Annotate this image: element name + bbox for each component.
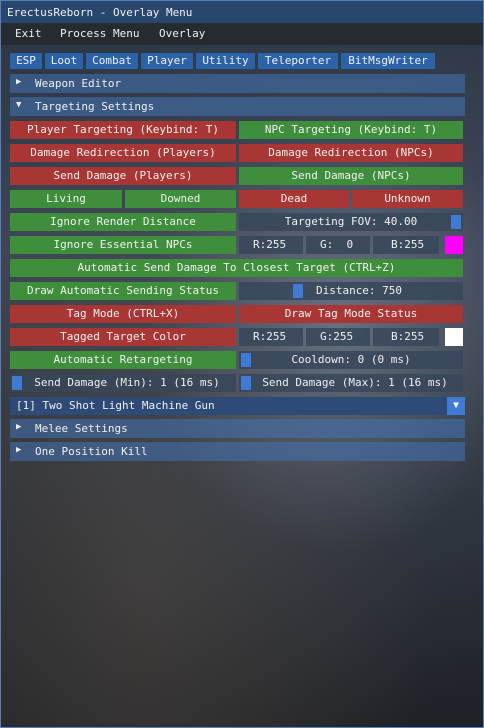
slider-grab[interactable] bbox=[12, 376, 22, 390]
damage-redirection-players-toggle[interactable]: Damage Redirection (Players) bbox=[10, 144, 236, 162]
unknown-toggle[interactable]: Unknown bbox=[352, 190, 463, 208]
color1-red-input[interactable]: R:255 bbox=[239, 236, 303, 254]
menu-process[interactable]: Process Menu bbox=[60, 27, 139, 40]
tab-esp[interactable]: ESP bbox=[10, 53, 42, 69]
slider-grab[interactable] bbox=[451, 215, 461, 229]
cooldown-value: Cooldown: 0 (0 ms) bbox=[291, 353, 411, 366]
menu-overlay[interactable]: Overlay bbox=[159, 27, 205, 40]
send-damage-npcs-toggle[interactable]: Send Damage (NPCs) bbox=[239, 167, 463, 185]
tagged-target-color-label: Tagged Target Color bbox=[10, 328, 236, 346]
distance-value: Distance: 750 bbox=[315, 284, 403, 297]
section-weapon-editor[interactable]: ▶ Weapon Editor bbox=[10, 74, 465, 93]
weapon-select-value: [1] Two Shot Light Machine Gun bbox=[16, 399, 215, 412]
distance-slider[interactable]: Distance: 750 bbox=[239, 282, 463, 300]
send-damage-max-value: Send Damage (Max): 1 (16 ms) bbox=[262, 376, 448, 389]
send-damage-min-slider[interactable]: Send Damage (Min): 1 (16 ms) bbox=[10, 374, 236, 392]
tab-player[interactable]: Player bbox=[141, 53, 193, 69]
window-title: ErectusReborn - Overlay Menu bbox=[7, 6, 193, 19]
send-damage-players-toggle[interactable]: Send Damage (Players) bbox=[10, 167, 236, 185]
slider-grab[interactable] bbox=[293, 284, 303, 298]
damage-redirection-npcs-toggle[interactable]: Damage Redirection (NPCs) bbox=[239, 144, 463, 162]
menu-exit[interactable]: Exit bbox=[15, 27, 42, 40]
color2-red-input[interactable]: R:255 bbox=[239, 328, 303, 346]
send-damage-min-value: Send Damage (Min): 1 (16 ms) bbox=[34, 376, 220, 389]
color2-swatch[interactable] bbox=[445, 328, 463, 346]
draw-auto-sending-status-toggle[interactable]: Draw Automatic Sending Status bbox=[10, 282, 236, 300]
color1-blue-input[interactable]: B:255 bbox=[373, 236, 439, 254]
dead-toggle[interactable]: Dead bbox=[239, 190, 349, 208]
tab-bitmsgwriter[interactable]: BitMsgWriter bbox=[341, 53, 435, 69]
tab-utility[interactable]: Utility bbox=[196, 53, 255, 69]
slider-grab[interactable] bbox=[241, 353, 251, 367]
targeting-fov-slider[interactable]: Targeting FOV: 40.00 bbox=[239, 213, 463, 231]
npc-targeting-toggle[interactable]: NPC Targeting (Keybind: T) bbox=[239, 121, 463, 139]
overlay-window: ErectusReborn - Overlay Menu Exit Proces… bbox=[0, 0, 484, 728]
color2-green-input[interactable]: G:255 bbox=[306, 328, 370, 346]
triangle-right-icon: ▶ bbox=[16, 445, 22, 455]
tab-teleporter[interactable]: Teleporter bbox=[258, 53, 338, 69]
tab-loot[interactable]: Loot bbox=[45, 53, 83, 69]
section-one-position-kill[interactable]: ▶ One Position Kill bbox=[10, 442, 465, 461]
targeting-fov-value: Targeting FOV: 40.00 bbox=[284, 215, 418, 228]
triangle-right-icon: ▶ bbox=[16, 422, 22, 432]
downed-toggle[interactable]: Downed bbox=[125, 190, 236, 208]
title-bar[interactable]: ErectusReborn - Overlay Menu bbox=[1, 1, 483, 23]
player-targeting-toggle[interactable]: Player Targeting (Keybind: T) bbox=[10, 121, 236, 139]
auto-send-damage-toggle[interactable]: Automatic Send Damage To Closest Target … bbox=[10, 259, 463, 277]
weapon-select-combo[interactable]: [1] Two Shot Light Machine Gun ▼ bbox=[10, 397, 465, 415]
slider-grab[interactable] bbox=[241, 376, 251, 390]
triangle-down-icon: ▼ bbox=[16, 100, 22, 110]
living-toggle[interactable]: Living bbox=[10, 190, 122, 208]
tag-mode-toggle[interactable]: Tag Mode (CTRL+X) bbox=[10, 305, 236, 323]
menu-bar: Exit Process Menu Overlay bbox=[1, 23, 483, 45]
cooldown-slider[interactable]: Cooldown: 0 (0 ms) bbox=[239, 351, 463, 369]
tab-combat[interactable]: Combat bbox=[86, 53, 138, 69]
send-damage-max-slider[interactable]: Send Damage (Max): 1 (16 ms) bbox=[239, 374, 463, 392]
ignore-essential-npcs-toggle[interactable]: Ignore Essential NPCs bbox=[10, 236, 236, 254]
ignore-render-distance-toggle[interactable]: Ignore Render Distance bbox=[10, 213, 236, 231]
section-melee-settings[interactable]: ▶ Melee Settings bbox=[10, 419, 465, 438]
draw-tag-mode-status-toggle[interactable]: Draw Tag Mode Status bbox=[239, 305, 463, 323]
color1-green-input[interactable]: G: 0 bbox=[306, 236, 370, 254]
chevron-down-icon[interactable]: ▼ bbox=[447, 397, 465, 415]
color1-swatch[interactable] bbox=[445, 236, 463, 254]
section-targeting-settings[interactable]: ▼ Targeting Settings bbox=[10, 97, 465, 116]
color2-blue-input[interactable]: B:255 bbox=[373, 328, 439, 346]
triangle-right-icon: ▶ bbox=[16, 77, 22, 87]
automatic-retargeting-toggle[interactable]: Automatic Retargeting bbox=[10, 351, 236, 369]
